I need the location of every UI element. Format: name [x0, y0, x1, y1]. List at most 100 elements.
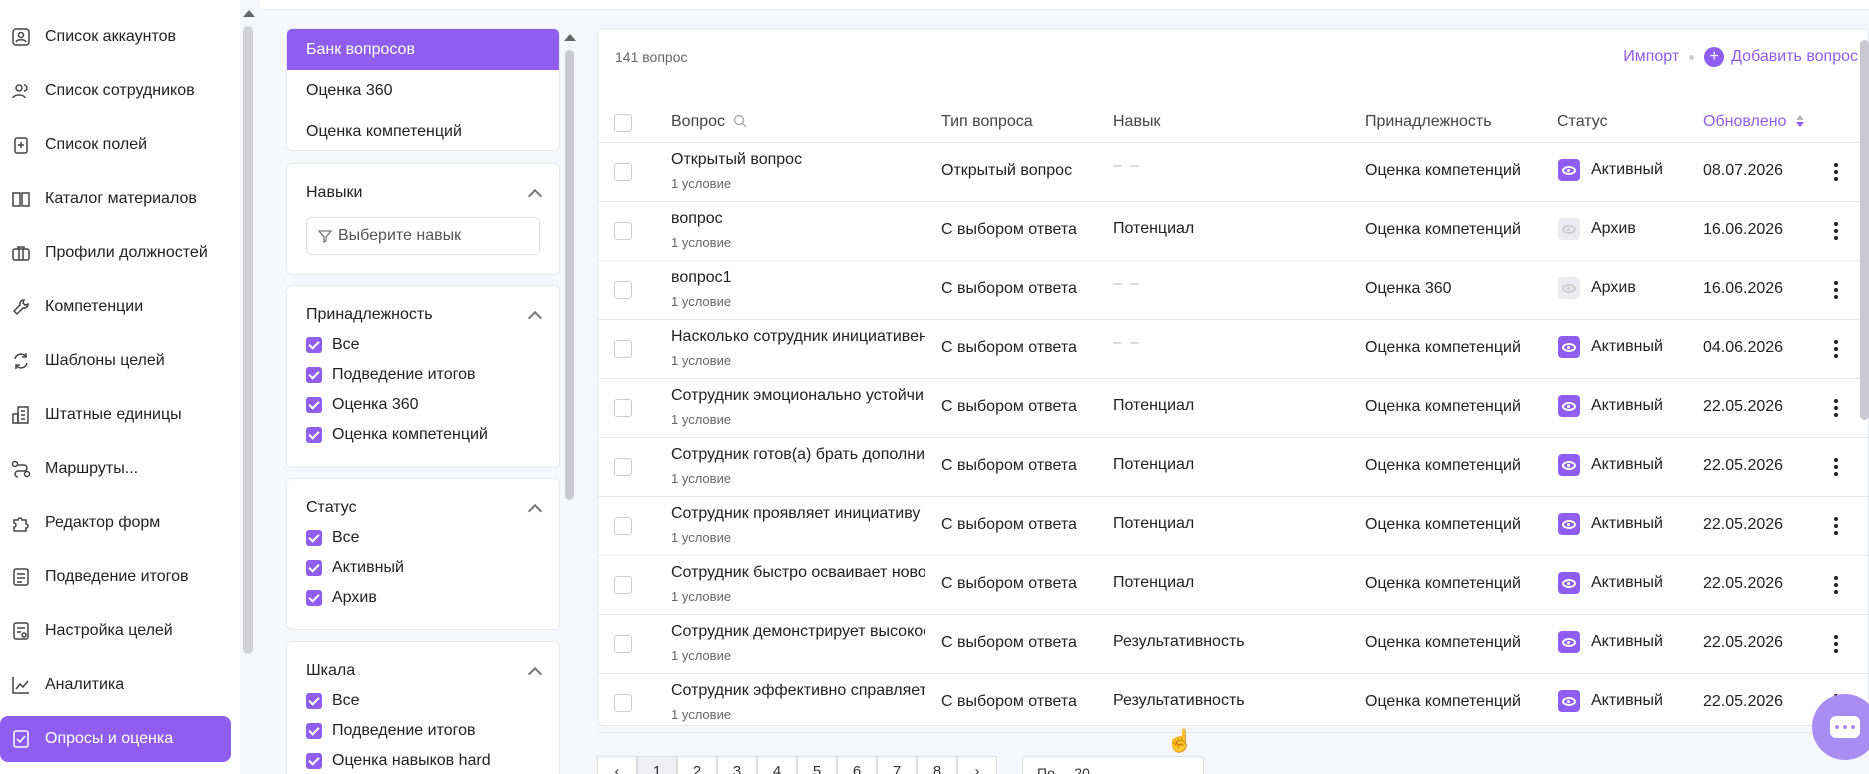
- filter-option[interactable]: Подведение итогов: [287, 716, 559, 746]
- chevron-up-icon[interactable]: [527, 188, 543, 203]
- sidebar-item-2[interactable]: Список сотрудников: [0, 68, 231, 114]
- question-text[interactable]: Сотрудник эффективно справляется: [671, 682, 925, 700]
- filter-option[interactable]: Оценка навыков hard: [287, 746, 559, 774]
- filters-scroll-up-arrow[interactable]: [564, 34, 576, 41]
- page-button[interactable]: 5: [797, 756, 837, 774]
- row-checkbox[interactable]: [614, 576, 632, 594]
- more-vertical-icon[interactable]: [1834, 281, 1838, 299]
- sidebar-item-10[interactable]: Редактор форм: [0, 500, 231, 546]
- table-row[interactable]: вопрос1 1 условие С выбором ответа – – Оценк…: [598, 261, 1868, 320]
- table-row[interactable]: Сотрудник эмоционально устойчив 1 условие…: [598, 379, 1868, 438]
- ownership-filter-header[interactable]: Принадлежность: [287, 300, 559, 330]
- sidebar-item-14[interactable]: Опросы и оценка: [0, 716, 231, 762]
- import-link[interactable]: Импорт: [1623, 48, 1679, 66]
- row-checkbox[interactable]: [614, 694, 632, 712]
- question-text[interactable]: вопрос1: [671, 269, 925, 287]
- sort-icon[interactable]: [1795, 114, 1805, 128]
- bank-item-questions[interactable]: Банк вопросов: [287, 29, 559, 70]
- more-vertical-icon[interactable]: [1834, 163, 1838, 181]
- checkbox-checked[interactable]: [306, 590, 322, 606]
- sidebar-item-5[interactable]: Профили должностей: [0, 230, 231, 276]
- checkbox-checked[interactable]: [306, 693, 322, 709]
- checkbox-checked[interactable]: [306, 397, 322, 413]
- sidebar-item-12[interactable]: Настройка целей: [0, 608, 231, 654]
- table-row[interactable]: вопрос 1 условие С выбором ответа Потенциал…: [598, 202, 1868, 261]
- row-checkbox[interactable]: [614, 399, 632, 417]
- eye-icon[interactable]: [1558, 572, 1580, 594]
- checkbox-checked[interactable]: [306, 723, 322, 739]
- eye-icon[interactable]: [1558, 159, 1580, 181]
- header-skill[interactable]: Навык: [1113, 113, 1160, 131]
- question-text[interactable]: вопрос: [671, 210, 925, 228]
- row-checkbox[interactable]: [614, 163, 632, 181]
- row-checkbox[interactable]: [614, 635, 632, 653]
- checkbox-checked[interactable]: [306, 560, 322, 576]
- more-vertical-icon[interactable]: [1834, 340, 1838, 358]
- table-row[interactable]: Сотрудник проявляет инициативу 1 условие С…: [598, 497, 1868, 556]
- sidebar-item-13[interactable]: Аналитика: [0, 662, 231, 708]
- row-checkbox[interactable]: [614, 458, 632, 476]
- more-vertical-icon[interactable]: [1834, 222, 1838, 240]
- filter-option[interactable]: Оценка компетенций: [287, 420, 559, 450]
- question-text[interactable]: Сотрудник эмоционально устойчив: [671, 387, 925, 405]
- table-row[interactable]: Сотрудник готов(а) брать дополнительные 1…: [598, 438, 1868, 497]
- row-checkbox[interactable]: [614, 281, 632, 299]
- question-text[interactable]: Сотрудник быстро осваивает новое: [671, 564, 925, 582]
- row-checkbox[interactable]: [614, 340, 632, 358]
- checkbox-checked[interactable]: [306, 753, 322, 769]
- question-text[interactable]: Сотрудник проявляет инициативу: [671, 505, 925, 523]
- add-question-button[interactable]: Добавить вопрос: [1731, 48, 1858, 66]
- sidebar-item-11[interactable]: Подведение итогов: [0, 554, 231, 600]
- filter-option[interactable]: Архив: [287, 583, 559, 613]
- table-row[interactable]: Сотрудник быстро осваивает новое 1 услови…: [598, 556, 1868, 615]
- table-scrollbar[interactable]: [1860, 40, 1869, 420]
- filter-option[interactable]: Все: [287, 686, 559, 716]
- eye-off-icon[interactable]: [1558, 218, 1580, 240]
- table-row[interactable]: Насколько сотрудник инициативен 1 условие…: [598, 320, 1868, 379]
- table-row[interactable]: Сотрудник эффективно справляется 1 услови…: [598, 674, 1868, 733]
- page-prev-button[interactable]: ‹: [597, 756, 637, 774]
- page-button[interactable]: 3: [717, 756, 757, 774]
- eye-icon[interactable]: [1558, 454, 1580, 476]
- filter-option[interactable]: Все: [287, 330, 559, 360]
- header-question[interactable]: Вопрос: [671, 113, 747, 131]
- page-next-button[interactable]: ›: [957, 756, 997, 774]
- more-vertical-icon[interactable]: [1834, 399, 1838, 417]
- header-type[interactable]: Тип вопроса: [941, 113, 1033, 131]
- scale-filter-header[interactable]: Шкала: [287, 656, 559, 686]
- checkbox-checked[interactable]: [306, 367, 322, 383]
- eye-icon[interactable]: [1558, 336, 1580, 358]
- checkbox-checked[interactable]: [306, 427, 322, 443]
- table-row[interactable]: Сотрудник демонстрирует высокое 1 условие…: [598, 615, 1868, 674]
- filter-option[interactable]: Подведение итогов: [287, 360, 559, 390]
- page-button[interactable]: 6: [837, 756, 877, 774]
- sidebar-scrollbar[interactable]: [243, 26, 253, 654]
- filters-scrollbar[interactable]: [565, 50, 574, 500]
- chevron-up-icon[interactable]: [527, 666, 543, 681]
- sidebar-item-9[interactable]: Маршруты...: [0, 446, 231, 492]
- skills-filter-header[interactable]: Навыки: [287, 178, 559, 208]
- eye-icon[interactable]: [1558, 690, 1580, 712]
- sidebar-item-6[interactable]: Компетенции: [0, 284, 231, 330]
- page-button[interactable]: 7: [877, 756, 917, 774]
- more-vertical-icon[interactable]: [1834, 517, 1838, 535]
- sidebar-item-4[interactable]: Каталог материалов: [0, 176, 231, 222]
- select-all-checkbox[interactable]: [614, 114, 632, 132]
- row-checkbox[interactable]: [614, 517, 632, 535]
- filter-option[interactable]: Все: [287, 523, 559, 553]
- bank-item-360[interactable]: Оценка 360: [287, 70, 559, 111]
- checkbox-checked[interactable]: [306, 337, 322, 353]
- question-text[interactable]: Сотрудник готов(а) брать дополнительные: [671, 446, 925, 464]
- page-button[interactable]: 1: [637, 756, 677, 774]
- more-vertical-icon[interactable]: [1834, 458, 1838, 476]
- row-checkbox[interactable]: [614, 222, 632, 240]
- sidebar-item-1[interactable]: Список аккаунтов: [0, 14, 231, 60]
- sidebar-item-3[interactable]: Список полей: [0, 122, 231, 168]
- eye-icon[interactable]: [1558, 631, 1580, 653]
- chat-button[interactable]: [1812, 694, 1869, 760]
- question-text[interactable]: Насколько сотрудник инициативен: [671, 328, 925, 346]
- question-text[interactable]: Сотрудник демонстрирует высокое: [671, 623, 925, 641]
- sidebar-scroll-up-arrow[interactable]: [243, 10, 255, 17]
- page-button[interactable]: 2: [677, 756, 717, 774]
- chevron-up-icon[interactable]: [527, 503, 543, 518]
